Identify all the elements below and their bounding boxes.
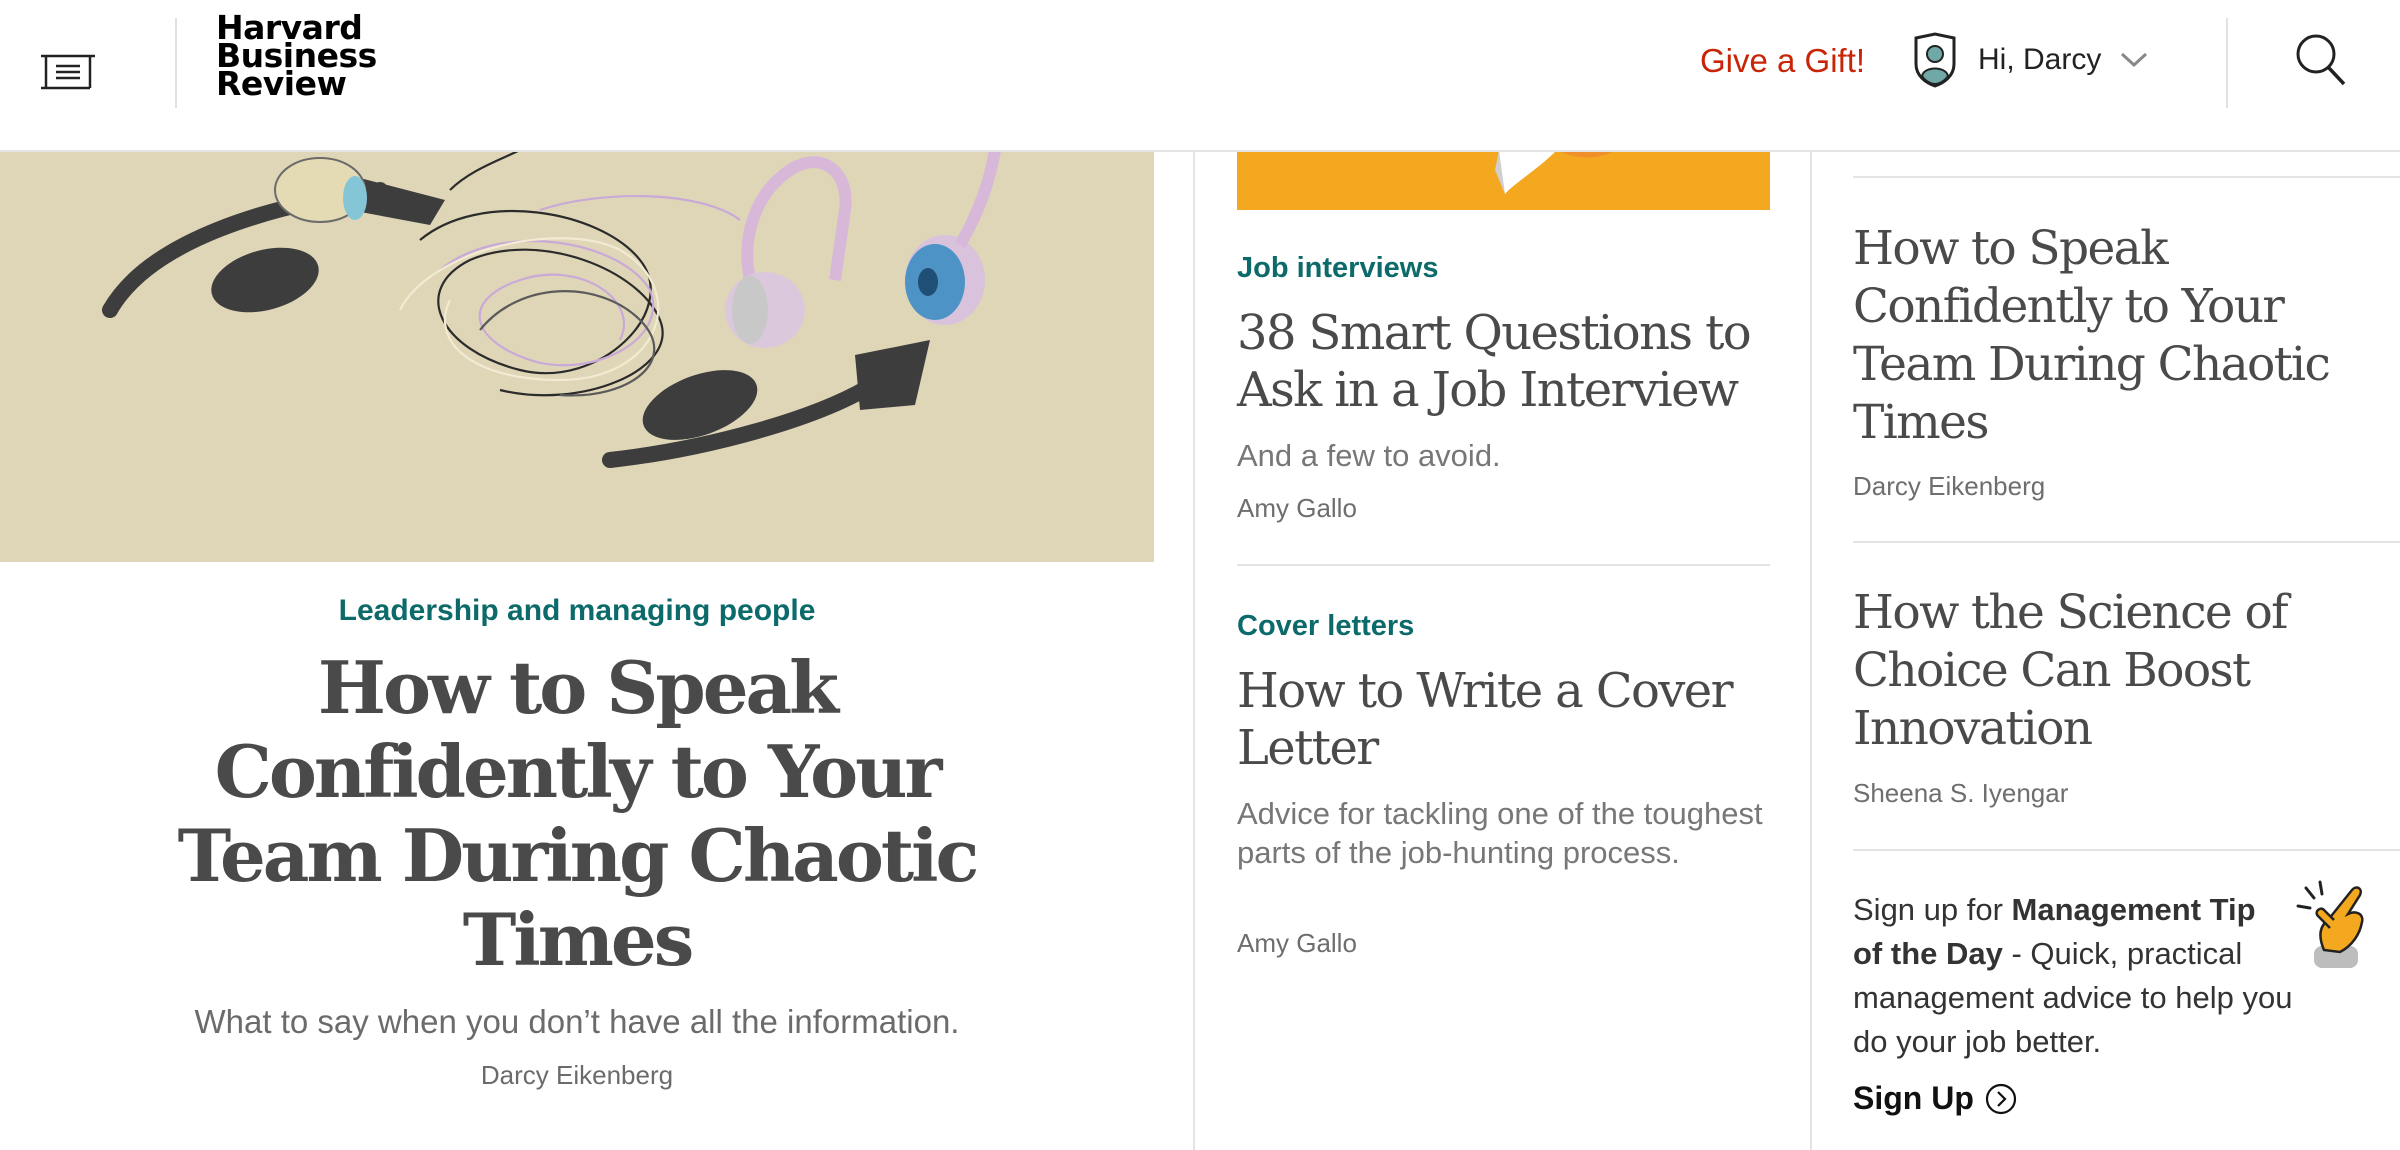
menu-icon[interactable] <box>40 48 96 96</box>
column-divider-left <box>1193 150 1195 1150</box>
article-headline[interactable]: How to Write a Cover Letter <box>1237 663 1777 777</box>
article-author-link[interactable]: Darcy Eikenberg <box>1853 471 2045 502</box>
newsletter-promo: Sign up for Management Tip of the Day - … <box>1853 888 2293 1064</box>
article-author-link[interactable]: Amy Gallo <box>1237 493 1357 524</box>
article-headline[interactable]: How to Speak Confidently to Your Team Du… <box>1853 220 2373 452</box>
article-thumbnail[interactable] <box>1237 150 1770 210</box>
header-divider <box>175 18 177 108</box>
hero-topic-link[interactable]: Leadership and managing people <box>0 594 1154 628</box>
chevron-down-icon <box>2121 52 2148 68</box>
article-headline[interactable]: 38 Smart Questions to Ask in a Job Inter… <box>1237 305 1777 419</box>
circle-chevron-right-icon <box>1985 1083 2016 1114</box>
article-divider <box>1237 564 1770 566</box>
hero-summary: What to say when you don’t have all the … <box>194 1003 960 1040</box>
column-divider-right <box>1810 150 1812 1150</box>
article-summary: And a few to avoid. <box>1237 438 1501 473</box>
article-author-link[interactable]: Amy Gallo <box>1237 928 1357 959</box>
user-avatar-icon <box>1914 32 1956 88</box>
article-summary: Advice for tackling one of the toughest … <box>1237 796 1763 870</box>
promo-divider <box>1853 849 2400 851</box>
article-author-link[interactable]: Sheena S. Iyengar <box>1853 778 2068 809</box>
hero-image[interactable] <box>0 150 1154 562</box>
site-header: Harvard Business Review Give a Gift! Hi,… <box>0 0 2400 152</box>
topic-link-cover-letters[interactable]: Cover letters <box>1237 610 1414 643</box>
user-menu-button[interactable]: Hi, Darcy <box>1912 30 2149 90</box>
article-headline[interactable]: How the Science of Choice Can Boost Inno… <box>1853 584 2373 758</box>
article-divider <box>1853 541 2400 543</box>
search-icon[interactable] <box>2290 30 2350 90</box>
hero-author-link[interactable]: Darcy Eikenberg <box>0 1060 1154 1091</box>
header-divider-right <box>2226 18 2228 108</box>
article-divider <box>1853 176 2400 178</box>
hbr-logo[interactable]: Harvard Business Review <box>216 11 377 100</box>
sign-up-link[interactable]: Sign Up <box>1853 1080 2018 1117</box>
give-a-gift-link[interactable]: Give a Gift! <box>1700 42 1865 80</box>
tap-hand-icon <box>2296 880 2364 968</box>
user-greeting: Hi, Darcy <box>1978 43 2102 76</box>
sign-up-label: Sign Up <box>1853 1080 1974 1116</box>
promo-prefix: Sign up for <box>1853 892 2012 927</box>
topic-link-job-interviews[interactable]: Job interviews <box>1237 252 1438 285</box>
hero-headline[interactable]: How to Speak Confidently to Your Team Du… <box>160 646 994 982</box>
